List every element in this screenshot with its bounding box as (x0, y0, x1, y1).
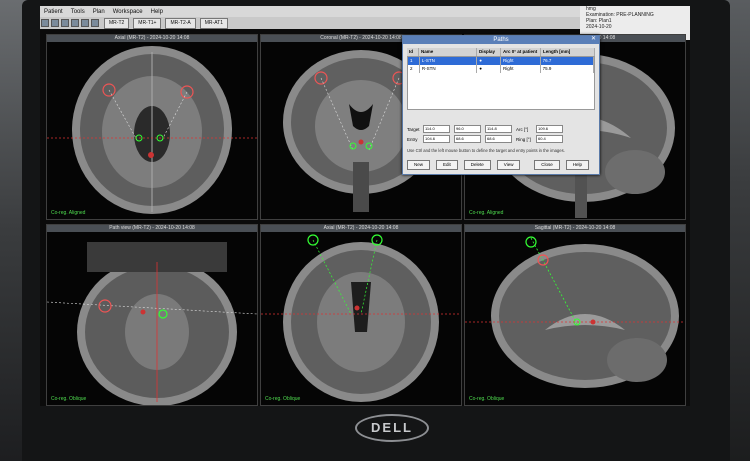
dialog-title: Paths ✕ (403, 36, 599, 44)
table-row[interactable]: 1 L-STN ● Right 76.7 (408, 57, 594, 65)
row-id: 2 (408, 65, 420, 73)
arc-label: Arc [°] (516, 126, 529, 132)
tab-mr-t2[interactable]: MR-T2 (104, 17, 130, 29)
layout-icon[interactable] (71, 19, 79, 27)
brain-sagittal-oblique-image (465, 236, 685, 388)
entry-y-input[interactable]: 68.6 (454, 135, 481, 143)
viewport-sagittal-bottom[interactable]: Sagittal (MR-T2) - 2024-10-20 14:08 Co-r… (464, 224, 686, 406)
entry-x-input[interactable]: 104.6 (423, 135, 450, 143)
viewport-coreg-label: Co-reg. Aligned (51, 210, 86, 216)
menu-workspace[interactable]: Workspace (113, 9, 143, 15)
row-length: 76.7 (541, 57, 594, 65)
target-label: Target (407, 126, 420, 132)
help-button[interactable]: Help (565, 160, 589, 170)
viewport-title: Axial (MR-T2) - 2024-10-20 14:08 (261, 225, 461, 232)
tab-mr-t2-a[interactable]: MR-T2-A (165, 17, 196, 29)
target-z-input[interactable]: 114.8 (485, 125, 512, 133)
delete-button[interactable]: Delete (463, 160, 491, 170)
menu-plan[interactable]: Plan (93, 9, 105, 15)
tab-mr-at1[interactable]: MR-AT1 (199, 17, 229, 29)
instruction-text: Use Ctrl and the left mouse button to de… (407, 148, 565, 153)
viewport-title: Axial (MR-T2) - 2024-10-20 14:08 (47, 35, 257, 42)
zoom-icon[interactable] (81, 19, 89, 27)
open-icon[interactable] (51, 19, 59, 27)
col-id[interactable]: Id (407, 48, 419, 56)
row-name: R-STN (420, 65, 478, 73)
display-checkbox[interactable]: ● (477, 65, 501, 73)
close-icon[interactable]: ✕ (590, 36, 597, 43)
dialog-buttons: New Edit Delete View Close Help (407, 160, 595, 170)
tab-mr-t1[interactable]: MR-T1+ (133, 17, 162, 29)
viewport-axial-top[interactable]: Axial (MR-T2) - 2024-10-20 14:08 Co-reg.… (46, 34, 258, 220)
coordinates-panel: Target 114.0 96.0 114.8 Arc [°] 109.6 En… (407, 124, 595, 144)
row-name: L-STN (420, 57, 478, 65)
entry-label: Entry (407, 136, 418, 142)
target-row: Target 114.0 96.0 114.8 Arc [°] 109.6 (407, 124, 595, 134)
viewport-coreg-label: Co-reg. Oblique (265, 396, 301, 402)
ring-label: Ring [°] (516, 136, 531, 142)
view-button[interactable]: View (496, 160, 521, 170)
table-header: Id Name Display Arc 0° at patient Length… (407, 48, 595, 56)
patient-icon[interactable] (41, 19, 49, 27)
menu-help[interactable]: Help (151, 9, 163, 15)
brain-axial-image (47, 46, 257, 214)
paths-dialog: Paths ✕ Id Name Display Arc 0° at patien… (402, 35, 600, 175)
entry-z-input[interactable]: 68.6 (485, 135, 512, 143)
brain-path-image (47, 242, 257, 405)
entry-row: Entry 104.6 68.6 68.6 Ring [°] 60.4 (407, 134, 595, 144)
close-button[interactable]: Close (534, 160, 560, 170)
row-side: Right (501, 57, 541, 65)
target-y-input[interactable]: 96.0 (454, 125, 481, 133)
col-display[interactable]: Display (477, 48, 501, 56)
col-arc[interactable]: Arc 0° at patient (501, 48, 541, 56)
viewport-coreg-label: Co-reg. Aligned (469, 210, 504, 216)
col-length[interactable]: Length [mm] (541, 48, 595, 56)
menu-tools[interactable]: Tools (71, 9, 85, 15)
viewport-axial-bottom[interactable]: Axial (MR-T2) - 2024-10-20 14:08 Co-reg.… (260, 224, 462, 406)
viewport-coreg-label: Co-reg. Oblique (51, 396, 87, 402)
dell-logo: DELL (355, 414, 429, 442)
session-date: 2024-10-20 (586, 24, 612, 30)
dialog-title-text: Paths (493, 37, 509, 43)
measure-icon[interactable] (91, 19, 99, 27)
new-button[interactable]: New (407, 160, 431, 170)
row-length: 75.9 (541, 65, 594, 73)
table-row[interactable]: 2 R-STN ● Right 75.9 (408, 65, 594, 73)
col-name[interactable]: Name (419, 48, 477, 56)
viewport-path-view[interactable]: Path view (MR-T2) - 2024-10-20 14:08 Co-… (46, 224, 258, 406)
target-x-input[interactable]: 114.0 (423, 125, 450, 133)
table-body: 1 L-STN ● Right 76.7 2 R-STN ● Right 75.… (407, 56, 595, 110)
save-icon[interactable] (61, 19, 69, 27)
menu-patient[interactable]: Patient (44, 9, 63, 15)
row-id: 1 (408, 57, 420, 65)
viewport-title: Path view (MR-T2) - 2024-10-20 14:08 (47, 225, 257, 232)
edit-button[interactable]: Edit (436, 160, 458, 170)
viewport-coreg-label: Co-reg. Oblique (469, 396, 505, 402)
monitor-screen: Patient Tools Plan Workspace Help MR-T2 … (40, 6, 690, 406)
arc-input[interactable]: 109.6 (536, 125, 563, 133)
brain-axial-oblique-image (261, 234, 461, 402)
display-checkbox[interactable]: ● (477, 57, 501, 65)
ring-input[interactable]: 60.4 (536, 135, 563, 143)
paths-table: Id Name Display Arc 0° at patient Length… (407, 48, 595, 110)
row-side: Right (501, 65, 541, 73)
viewport-title: Sagittal (MR-T2) - 2024-10-20 14:08 (465, 225, 685, 232)
